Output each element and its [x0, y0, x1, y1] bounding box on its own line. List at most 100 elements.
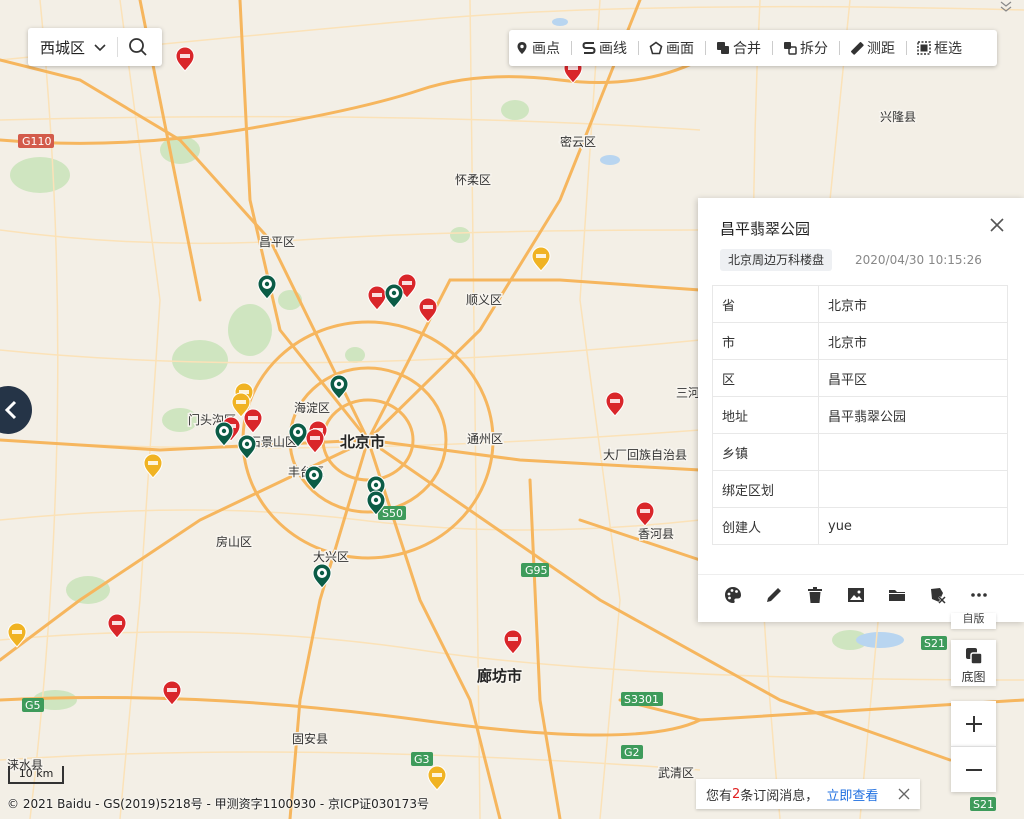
label-langfang: 廊坊市 [477, 667, 522, 685]
trash-icon[interactable] [805, 585, 825, 605]
label-dachang: 大厂回族自治县 [603, 448, 687, 462]
region-edit-icon[interactable] [928, 585, 948, 605]
more-icon[interactable] [969, 585, 989, 605]
label-haidian: 海淀区 [294, 400, 330, 415]
zoom-in-button[interactable] [951, 701, 996, 746]
table-row: 地址 昌平翡翠公园 [712, 396, 1008, 434]
basemap-button[interactable]: 底图 [951, 640, 996, 686]
tool-box-select[interactable]: 框选 [917, 38, 962, 58]
tool-measure[interactable]: 测距 [850, 38, 895, 58]
folder-icon[interactable] [887, 585, 907, 605]
notice-count: 2 [732, 786, 741, 802]
notice-suffix: 条订阅消息， [740, 788, 819, 804]
label-shunyi: 顺义区 [466, 293, 502, 307]
edge-button-label: 自版 [962, 613, 985, 625]
label-xianghe: 香河县 [638, 527, 674, 541]
divider [839, 41, 840, 55]
minus-icon [965, 768, 982, 771]
label-fangshan: 房山区 [216, 534, 252, 549]
divider [772, 41, 773, 55]
attr-value [818, 470, 1008, 508]
search-icon[interactable] [128, 37, 148, 57]
pencil-icon[interactable] [764, 585, 784, 605]
panel-title: 昌平翡翠公园 [720, 220, 811, 238]
divider [906, 41, 907, 55]
district-search-box: 西城区 [28, 28, 162, 66]
attr-key: 绑定区划 [712, 470, 819, 508]
close-icon[interactable] [898, 788, 910, 800]
attr-value [818, 433, 1008, 471]
divider [571, 41, 572, 55]
label-daxing: 大兴区 [313, 550, 349, 564]
panel-action-bar [698, 574, 1024, 615]
zoom-out-button[interactable] [951, 746, 996, 792]
notice-prefix: 您有 [706, 788, 733, 804]
table-row: 乡镇 [712, 433, 1008, 471]
divider [117, 37, 119, 57]
palette-icon[interactable] [723, 585, 743, 605]
tool-label: 合并 [733, 41, 761, 57]
table-row: 创建人 yue [712, 507, 1008, 545]
image-icon[interactable] [846, 585, 866, 605]
svg-text:G3: G3 [414, 753, 430, 766]
tool-label: 画线 [599, 41, 627, 57]
edge-button[interactable]: 自版 [951, 613, 996, 629]
label-changping: 昌平区 [259, 235, 295, 249]
attribute-table: 省北京市 市北京市 区昌平区 地址 昌平翡翠公园 乡镇 绑定区划 创建人 yue [712, 285, 1008, 545]
tool-draw-line[interactable]: 画线 [582, 38, 627, 58]
table-row: 绑定区划 [712, 470, 1008, 508]
scale-bar: 10 km [8, 766, 64, 784]
label-beijing: 北京市 [340, 433, 385, 451]
svg-text:G95: G95 [525, 564, 548, 577]
divider [705, 41, 706, 55]
view-now-link[interactable]: 立即查看 [826, 785, 878, 804]
label-wuqing: 武清区 [658, 766, 694, 780]
tool-merge[interactable]: 合并 [716, 38, 761, 58]
svg-text:G5: G5 [25, 699, 41, 712]
attr-key: 乡镇 [712, 433, 819, 471]
box-select-icon [917, 41, 931, 55]
attr-value: yue [818, 507, 1008, 545]
draw-toolbar: 画点 画线 画面 合并 拆分 测距 框选 [509, 30, 997, 66]
basemap-label: 底图 [961, 670, 986, 684]
layer-tag: 北京周边万科楼盘 [720, 249, 833, 271]
copyright-text: © 2021 Baidu - GS(2019)5218号 - 甲测资字11009… [7, 797, 429, 811]
polygon-icon [649, 41, 663, 55]
tool-draw-polygon[interactable]: 画面 [649, 38, 694, 58]
tool-split[interactable]: 拆分 [783, 38, 828, 58]
close-icon[interactable] [990, 218, 1004, 232]
double-chevron-down-icon[interactable] [996, 0, 1016, 14]
feature-info-panel: 昌平翡翠公园 北京周边万科楼盘 2020/04/30 10:15:26 省北京市… [698, 198, 1024, 622]
tool-label: 拆分 [800, 41, 828, 57]
svg-text:S21: S21 [924, 637, 945, 650]
table-row: 省北京市 [712, 285, 1008, 323]
layers-icon [965, 648, 983, 665]
tool-label: 画面 [666, 41, 694, 57]
subscription-notice: 您有 2 条订阅消息， 立即查看 [696, 779, 920, 809]
attr-key: 区 [712, 359, 819, 397]
ruler-icon [851, 42, 864, 55]
label-xinglong: 兴隆县 [880, 109, 916, 124]
attr-key: 创建人 [712, 507, 819, 545]
table-row: 区昌平区 [712, 359, 1008, 397]
tool-draw-point[interactable]: 画点 [515, 38, 560, 58]
attr-key: 地址 [712, 396, 819, 434]
svg-text:S3301: S3301 [624, 693, 659, 706]
attr-value: 北京市 [818, 285, 1008, 323]
label-huairou: 怀柔区 [455, 173, 491, 187]
created-time: 2020/04/30 10:15:26 [855, 253, 982, 267]
tool-label: 框选 [934, 41, 962, 57]
attr-key: 市 [712, 322, 819, 360]
attr-value: 昌平翡翠公园 [818, 396, 1008, 434]
label-guan: 固安县 [292, 731, 328, 746]
point-icon [517, 42, 527, 54]
svg-text:S50: S50 [382, 507, 403, 520]
divider [638, 41, 639, 55]
tool-label: 测距 [867, 41, 895, 57]
district-select[interactable]: 西城区 [40, 37, 85, 58]
split-icon [784, 42, 797, 55]
label-tongzhou: 通州区 [467, 432, 503, 446]
chevron-down-icon[interactable] [93, 40, 107, 54]
attr-value: 昌平区 [818, 359, 1008, 397]
line-icon [582, 42, 596, 54]
